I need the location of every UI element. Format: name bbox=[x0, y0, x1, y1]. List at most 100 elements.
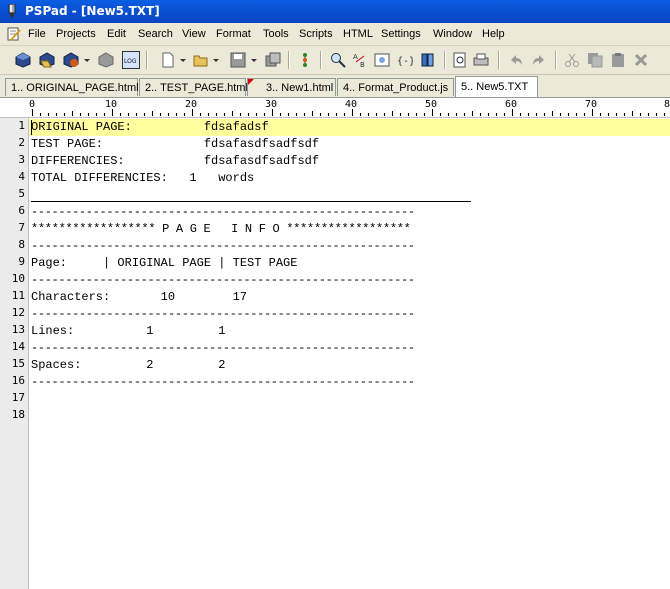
print-preview-icon[interactable] bbox=[452, 52, 468, 68]
ruler-label: 20 bbox=[184, 99, 198, 110]
tab-test-page[interactable]: 2.. TEST_PAGE.html bbox=[139, 78, 248, 96]
open-project-icon[interactable] bbox=[39, 52, 55, 68]
menu-html[interactable]: HTML bbox=[343, 28, 373, 40]
tab-label: 1.. ORIGINAL_PAGE.html bbox=[11, 82, 139, 94]
project-dropdown-arrow-icon[interactable] bbox=[84, 59, 90, 62]
editor-line[interactable]: ----------------------------------------… bbox=[31, 204, 415, 221]
svg-text:B: B bbox=[360, 61, 365, 68]
redo-icon[interactable] bbox=[531, 52, 547, 68]
open-file-dropdown-arrow-icon[interactable] bbox=[213, 59, 219, 62]
ruler-label: 30 bbox=[264, 99, 278, 110]
editor-line[interactable]: TEST PAGE: fdsafasdfsadfsdf bbox=[31, 136, 319, 153]
svg-text:{-}: {-} bbox=[397, 56, 413, 67]
tab-label: 2.. TEST_PAGE.html bbox=[145, 82, 248, 94]
log-icon[interactable]: LOG bbox=[122, 51, 140, 69]
copy-icon[interactable] bbox=[587, 52, 603, 68]
menu-edit[interactable]: Edit bbox=[107, 28, 126, 40]
save-project-icon[interactable] bbox=[63, 52, 79, 68]
line-number: 9 bbox=[18, 255, 25, 268]
editor-line[interactable]: ----------------------------------------… bbox=[31, 306, 415, 323]
toolbar-separator bbox=[288, 51, 290, 69]
cut-icon[interactable] bbox=[564, 52, 580, 68]
editor-line[interactable]: ----------------------------------------… bbox=[31, 374, 415, 391]
preview-icon[interactable] bbox=[374, 52, 390, 68]
tab-format-product[interactable]: 4.. Format_Product.js bbox=[337, 78, 454, 96]
menu-search[interactable]: Search bbox=[138, 28, 173, 40]
editor-line[interactable]: ****************** P A G E I N F O *****… bbox=[31, 221, 411, 238]
print-icon[interactable] bbox=[473, 52, 489, 68]
line-number: 15 bbox=[11, 357, 25, 370]
modified-flag-icon bbox=[248, 79, 254, 85]
toolbar-separator bbox=[444, 51, 446, 69]
editor-line[interactable]: Lines: 1 1 bbox=[31, 323, 225, 340]
ruler-label: 8 bbox=[663, 99, 670, 110]
pspad-app-icon[interactable] bbox=[5, 3, 19, 19]
line-number: 17 bbox=[11, 391, 25, 404]
editor-line[interactable]: ----------------------------------------… bbox=[31, 340, 415, 357]
menu-tools[interactable]: Tools bbox=[263, 28, 289, 40]
menu-projects[interactable]: Projects bbox=[56, 28, 96, 40]
svg-text:A: A bbox=[353, 53, 358, 61]
menu-help[interactable]: Help bbox=[482, 28, 505, 40]
delete-icon[interactable] bbox=[633, 52, 649, 68]
ruler-label: 50 bbox=[424, 99, 438, 110]
menu-window[interactable]: Window bbox=[433, 28, 472, 40]
ruler-label: 0 bbox=[28, 99, 36, 110]
tab-new1[interactable]: 3.. New1.html bbox=[247, 78, 336, 96]
line-number: 2 bbox=[18, 136, 25, 149]
ruler-label: 70 bbox=[584, 99, 598, 110]
document-menu-icon[interactable] bbox=[7, 27, 21, 41]
menu-format[interactable]: Format bbox=[216, 28, 251, 40]
replace-icon[interactable]: AB bbox=[352, 52, 368, 68]
tab-label: 5.. New5.TXT bbox=[461, 81, 529, 93]
undo-icon[interactable] bbox=[508, 52, 524, 68]
paste-icon[interactable] bbox=[610, 52, 626, 68]
editor-line[interactable]: DIFFERENCIES: fdsafasdfsadfsdf bbox=[31, 153, 319, 170]
line-number-gutter[interactable]: 1 2 3 4 5 6 7 8 9 10 11 12 13 14 15 16 1… bbox=[0, 118, 29, 589]
ruler-label: 10 bbox=[104, 99, 118, 110]
menu-file[interactable]: File bbox=[28, 28, 46, 40]
line-number: 12 bbox=[11, 306, 25, 319]
close-project-icon[interactable] bbox=[98, 52, 114, 68]
editor-line[interactable]: Page: | ORIGINAL PAGE | TEST PAGE bbox=[31, 255, 297, 272]
editor-line[interactable]: Characters: 10 17 bbox=[31, 289, 247, 306]
tab-original-page[interactable]: 1.. ORIGINAL_PAGE.html bbox=[5, 78, 139, 96]
books-icon[interactable] bbox=[420, 52, 436, 68]
ruler-ticks bbox=[32, 109, 665, 116]
editor-line[interactable]: ----------------------------------------… bbox=[31, 272, 415, 289]
open-file-icon[interactable] bbox=[193, 52, 209, 68]
toolbar-separator bbox=[555, 51, 557, 69]
toolbar-separator bbox=[498, 51, 500, 69]
new-file-dropdown-arrow-icon[interactable] bbox=[180, 59, 186, 62]
toolbar: LOG AB {-} bbox=[0, 46, 670, 75]
file-tab-bar: 1.. ORIGINAL_PAGE.html 2.. TEST_PAGE.htm… bbox=[0, 75, 670, 98]
title-bar: PSPad - [New5.TXT] bbox=[0, 0, 670, 23]
tab-label: 4.. Format_Product.js bbox=[343, 82, 449, 94]
search-icon[interactable] bbox=[330, 52, 346, 68]
save-dropdown-arrow-icon[interactable] bbox=[251, 59, 257, 62]
line-number: 16 bbox=[11, 374, 25, 387]
tree-icon[interactable] bbox=[297, 52, 313, 68]
svg-text:LOG: LOG bbox=[124, 58, 137, 65]
editor-line[interactable]: TOTAL DIFFERENCIES: 1 words bbox=[31, 170, 254, 187]
new-file-icon[interactable] bbox=[160, 52, 176, 68]
toolbar-separator bbox=[146, 51, 148, 69]
editor-line[interactable]: Spaces: 2 2 bbox=[31, 357, 225, 374]
line-number: 8 bbox=[18, 238, 25, 251]
editor-line[interactable]: ----------------------------------------… bbox=[31, 238, 415, 255]
text-editor[interactable]: ORIGINAL PAGE: fdsafadsf TEST PAGE: fdsa… bbox=[29, 118, 670, 589]
code-icon[interactable]: {-} bbox=[397, 52, 413, 68]
menu-view[interactable]: View bbox=[182, 28, 206, 40]
tab-new5[interactable]: 5.. New5.TXT bbox=[455, 76, 538, 97]
line-number: 13 bbox=[11, 323, 25, 336]
editor-line[interactable]: ORIGINAL PAGE: fdsafadsf bbox=[31, 119, 269, 136]
new-project-icon[interactable] bbox=[15, 52, 31, 68]
line-number: 10 bbox=[11, 272, 25, 285]
line-number: 14 bbox=[11, 340, 25, 353]
save-all-icon[interactable] bbox=[265, 52, 281, 68]
menu-settings[interactable]: Settings bbox=[381, 28, 421, 40]
menu-scripts[interactable]: Scripts bbox=[299, 28, 333, 40]
tab-label: 3.. New1.html bbox=[266, 82, 334, 94]
ruler-label: 60 bbox=[504, 99, 518, 110]
save-icon[interactable] bbox=[230, 52, 246, 68]
